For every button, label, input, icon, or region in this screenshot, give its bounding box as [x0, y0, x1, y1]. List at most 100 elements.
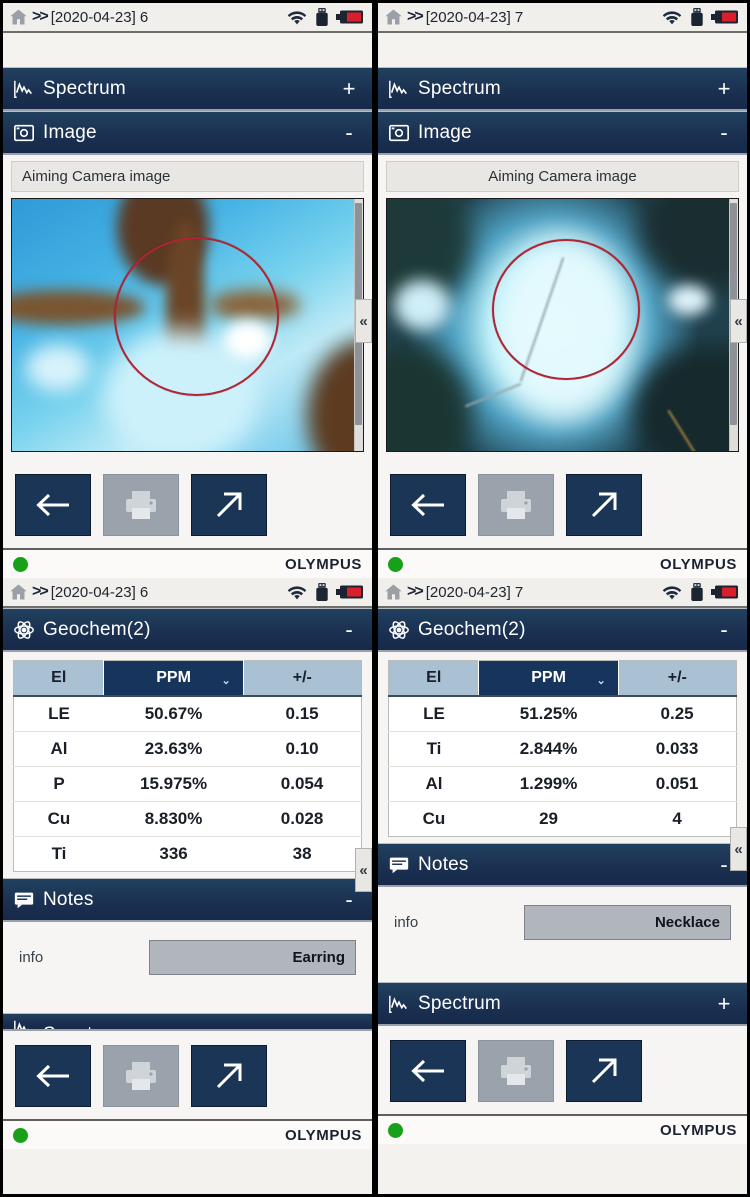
- cell-value: 15.975%: [103, 766, 244, 802]
- table-row[interactable]: Ti 2.844% 0.033: [388, 731, 737, 767]
- home-icon[interactable]: [9, 583, 28, 601]
- spectrum-chart-icon: [389, 80, 407, 98]
- section-header-geochem[interactable]: Geochem(2) -: [378, 608, 747, 652]
- screen-left: >> [2020-04-23] 6 Spectrum + Image - Aim…: [0, 0, 375, 1197]
- chevron-right-double-icon: >>: [407, 8, 424, 25]
- notes-field-value[interactable]: Earring: [149, 940, 356, 975]
- export-button[interactable]: [566, 474, 642, 536]
- print-button[interactable]: [478, 474, 554, 536]
- column-header-ppm[interactable]: PPM ⌄: [103, 660, 244, 697]
- brand-logo: OLYMPUS: [285, 1126, 362, 1144]
- column-header-error[interactable]: +/-: [243, 660, 362, 697]
- table-row[interactable]: Al 23.63% 0.10: [13, 731, 362, 767]
- aiming-camera-image[interactable]: [386, 198, 739, 452]
- cell-element: Al: [13, 731, 104, 767]
- section-toggle[interactable]: -: [715, 120, 733, 146]
- section-toggle[interactable]: +: [715, 76, 733, 102]
- section-toggle[interactable]: +: [340, 76, 358, 102]
- back-button[interactable]: [15, 1045, 91, 1107]
- spectrum-chart-icon: [14, 1020, 30, 1029]
- action-toolbar: [378, 460, 747, 548]
- column-header-ppm[interactable]: PPM ⌄: [478, 660, 619, 697]
- cell-element: P: [13, 766, 104, 802]
- back-button[interactable]: [15, 474, 91, 536]
- section-toggle[interactable]: +: [340, 1022, 358, 1030]
- section-title: Spectrum: [418, 992, 501, 1014]
- breadcrumb[interactable]: >> [2020-04-23] 6: [9, 583, 286, 601]
- status-led-icon: [13, 556, 28, 572]
- back-arrow-icon: [36, 493, 69, 517]
- results-table-wrapper: El PPM ⌄ +/- LE 50.67% 0.15 Al 23.63% 0.…: [3, 652, 372, 892]
- wifi-icon: [662, 10, 682, 24]
- export-button[interactable]: [566, 1040, 642, 1102]
- cell-element: Cu: [422, 809, 446, 828]
- section-title: Image: [418, 121, 472, 143]
- table-row[interactable]: Ti 336 38: [14, 837, 362, 872]
- section-header-notes[interactable]: Notes -: [3, 878, 372, 922]
- collapse-panel-handle[interactable]: «: [355, 299, 372, 343]
- export-button[interactable]: [191, 1045, 267, 1107]
- section-header-spectrum-trailing[interactable]: Spectrum +: [378, 982, 747, 1026]
- collapse-panel-handle[interactable]: «: [355, 848, 372, 892]
- table-row[interactable]: LE 50.67% 0.15: [13, 696, 362, 732]
- aiming-camera-label: Aiming Camera image: [11, 161, 364, 192]
- cell-value: 51.25%: [478, 696, 619, 732]
- column-header-error[interactable]: +/-: [618, 660, 737, 697]
- collapse-panel-handle[interactable]: «: [730, 827, 747, 871]
- back-button[interactable]: [390, 474, 466, 536]
- notes-field-value[interactable]: Necklace: [524, 905, 731, 940]
- section-header-spectrum[interactable]: Spectrum +: [3, 67, 372, 111]
- battery-low-icon: [711, 585, 738, 599]
- home-icon[interactable]: [384, 583, 403, 601]
- section-header-image[interactable]: Image -: [3, 111, 372, 155]
- section-toggle[interactable]: -: [715, 617, 733, 643]
- notes-body: info Necklace: [378, 887, 747, 964]
- home-icon[interactable]: [384, 8, 403, 26]
- back-button[interactable]: [390, 1040, 466, 1102]
- cell-error: 0.028: [243, 801, 362, 837]
- section-header-spectrum[interactable]: Spectrum +: [378, 67, 747, 111]
- table-row[interactable]: Al 1.299% 0.051: [388, 766, 737, 802]
- aiming-camera-image[interactable]: [11, 198, 364, 452]
- export-button[interactable]: [191, 474, 267, 536]
- device-view-bottom-left: >> [2020-04-23] 6 Geochem(2) - El PPM ⌄ …: [3, 578, 372, 1149]
- chevron-down-icon: ⌄: [221, 675, 231, 688]
- cell-error: 0.033: [618, 731, 737, 767]
- section-toggle[interactable]: -: [340, 120, 358, 146]
- wifi-icon: [287, 10, 307, 24]
- section-toggle[interactable]: -: [340, 617, 358, 643]
- table-row[interactable]: P 15.975% 0.054: [13, 766, 362, 802]
- column-header-element[interactable]: El: [13, 660, 105, 697]
- status-led-icon: [388, 1122, 403, 1138]
- camera-image-icon: [14, 124, 34, 141]
- breadcrumb[interactable]: >> [2020-04-23] 7: [384, 583, 661, 601]
- section-toggle[interactable]: +: [715, 991, 733, 1017]
- footer-bar: OLYMPUS: [3, 1119, 372, 1149]
- chevron-down-icon: ⌄: [596, 675, 606, 688]
- table-row[interactable]: LE 51.25% 0.25: [388, 696, 737, 732]
- breadcrumb-label: [2020-04-23] 6: [50, 583, 149, 601]
- print-button[interactable]: [103, 474, 179, 536]
- section-header-notes[interactable]: Notes -: [378, 843, 747, 887]
- status-bar: >> [2020-04-23] 7: [378, 578, 747, 608]
- section-title: Spectrum: [43, 1024, 340, 1030]
- image-panel-body: Aiming Camera image: [378, 155, 747, 460]
- print-button[interactable]: [478, 1040, 554, 1102]
- footer-bar: OLYMPUS: [378, 548, 747, 578]
- home-icon[interactable]: [9, 8, 28, 26]
- collapse-panel-handle[interactable]: «: [730, 299, 747, 343]
- printer-icon: [501, 491, 531, 519]
- export-arrow-icon: [591, 492, 617, 518]
- print-button[interactable]: [103, 1045, 179, 1107]
- column-header-element[interactable]: El: [388, 660, 480, 697]
- table-row[interactable]: Cu 8.830% 0.028: [13, 801, 362, 837]
- breadcrumb[interactable]: >> [2020-04-23] 6: [9, 8, 286, 26]
- section-header-geochem[interactable]: Geochem(2) -: [3, 608, 372, 652]
- brand-logo: OLYMPUS: [285, 555, 362, 573]
- table-row[interactable]: Cu 29 4: [389, 802, 737, 837]
- column-header-ppm-label: PPM: [156, 669, 191, 686]
- section-header-image[interactable]: Image -: [378, 111, 747, 155]
- section-header-spectrum-trailing[interactable]: Spectrum +: [3, 1013, 372, 1031]
- breadcrumb[interactable]: >> [2020-04-23] 7: [384, 8, 661, 26]
- status-icons: [661, 7, 739, 27]
